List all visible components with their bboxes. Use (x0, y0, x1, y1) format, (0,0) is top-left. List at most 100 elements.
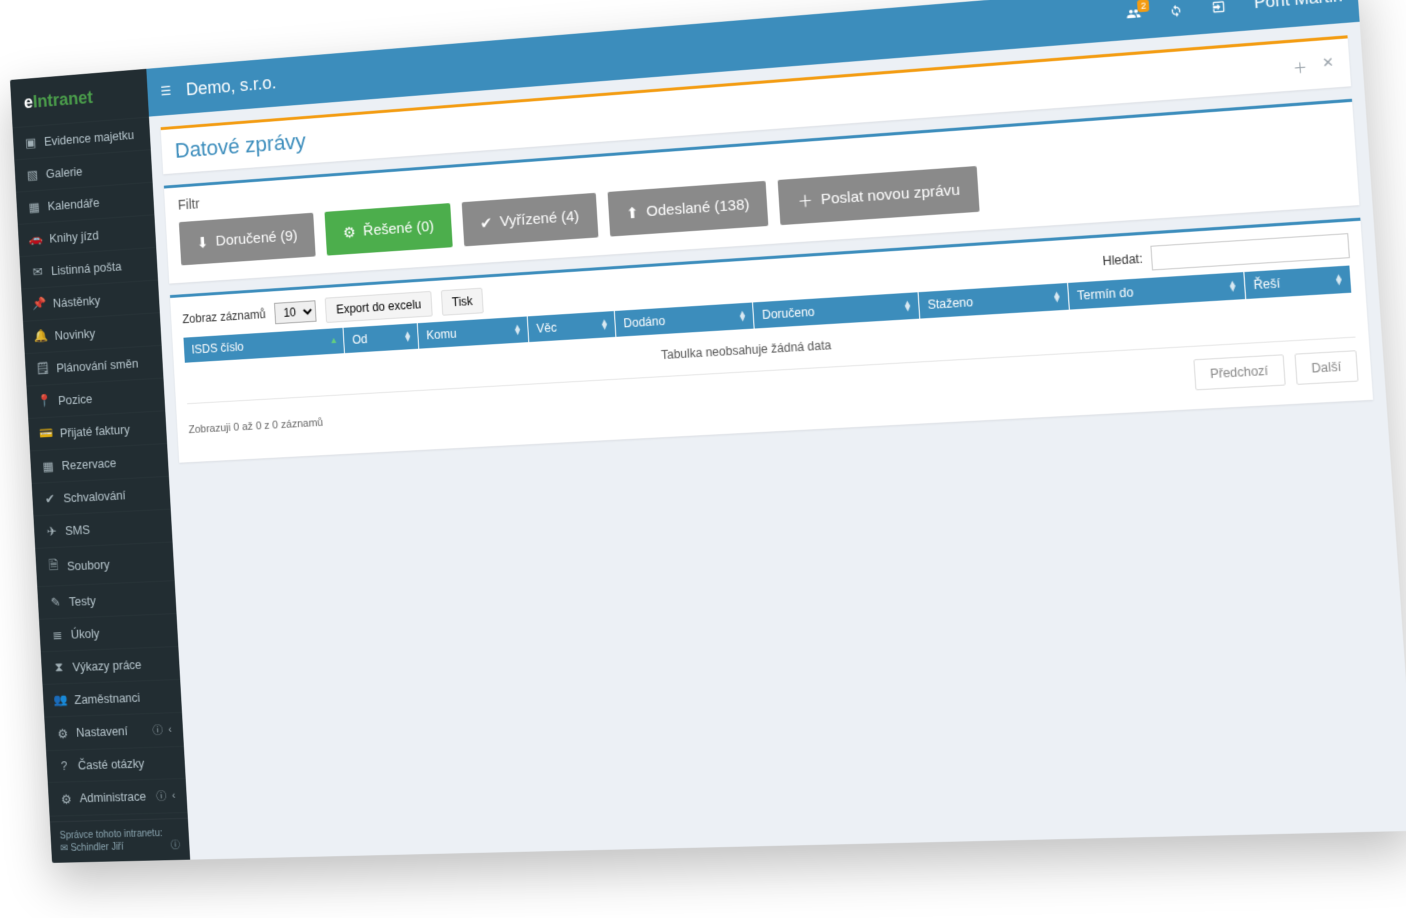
clock-icon: ⧗ (52, 660, 66, 675)
sort-icon: ▲▼ (600, 319, 609, 330)
tab-1[interactable]: ⚙ Řešené (0) (325, 203, 453, 256)
panel-add-icon[interactable]: ＋ (1292, 56, 1307, 77)
sidebar-item-13[interactable]: 🗎Soubory (35, 541, 174, 586)
tab-label: Doručené (9) (215, 227, 298, 249)
sort-icon: ▲ (329, 338, 338, 344)
box-icon: ▣ (24, 135, 37, 150)
footer-title: Správce tohoto intranetu: (59, 827, 179, 843)
send-icon: ✈ (45, 524, 58, 539)
search-label: Hledat: (1102, 251, 1143, 268)
logo-name: Intranet (32, 87, 93, 112)
gears-icon: ⚙ (342, 223, 356, 241)
export-button[interactable]: Export do excelu (325, 291, 432, 323)
chevron-left-icon: ‹ (168, 724, 172, 736)
tab-4[interactable]: ＋ Poslat novou zprávu (778, 166, 980, 225)
refresh-icon[interactable] (1168, 3, 1184, 19)
tab-0[interactable]: ⬇ Doručené (9) (179, 213, 316, 266)
sidebar-item-label: Testy (69, 594, 96, 609)
logout-icon[interactable] (1211, 0, 1227, 15)
sidebar-item-label: Evidence majetku (44, 128, 135, 148)
sidebar-item-label: Galerie (46, 164, 83, 180)
tab-label: Poslat novou zprávu (820, 181, 960, 208)
chevron-left-icon: ‹ (172, 790, 176, 802)
bell-icon: 🔔 (34, 329, 47, 344)
col-1[interactable]: Od ▲▼ (343, 323, 419, 353)
sidebar-item-18[interactable]: ⚙Nastaveníⓘ‹ (44, 712, 184, 750)
marker-icon: 📍 (38, 394, 51, 409)
sidebar-item-label: Časté otázky (78, 757, 145, 773)
col-label: Termín do (1077, 285, 1134, 303)
mail-icon: ✉ (31, 264, 44, 279)
users-icon: 👥 (54, 693, 68, 708)
panel-close-icon[interactable]: ✕ (1322, 54, 1335, 75)
pin-icon: 📌 (33, 297, 46, 312)
col-label: Komu (426, 327, 457, 343)
col-label: Řeší (1253, 276, 1281, 292)
col-label: Dodáno (623, 314, 665, 330)
prev-button[interactable]: Předchozí (1193, 354, 1285, 390)
sidebar-item-label: Plánování směn (56, 356, 139, 374)
tab-label: Řešené (0) (363, 218, 435, 239)
tab-label: Vyřízené (4) (500, 208, 580, 230)
page-title: Datové zprávy (174, 129, 306, 164)
sidebar-item-16[interactable]: ⧗ Výkazy práce (41, 646, 180, 684)
sidebar-item-label: SMS (65, 523, 90, 538)
tab-label: Odeslané (138) (646, 196, 750, 220)
card-icon: 💳 (40, 426, 53, 441)
footer-admin: Schindler Jiří (70, 842, 124, 854)
sort-icon: ▲▼ (903, 300, 913, 311)
length-label: Zobraz záznamů (182, 307, 266, 326)
sort-icon: ▲▼ (513, 324, 522, 335)
car-icon: 🚗 (29, 232, 42, 247)
sidebar-item-label: Výkazy práce (72, 658, 142, 674)
col-label: Doručeno (762, 305, 815, 322)
col-label: Věc (536, 321, 557, 336)
col-label: Od (352, 332, 368, 347)
gears-icon: ⚙ (56, 726, 70, 741)
sidebar-item-15[interactable]: ≣ Úkoly (39, 613, 178, 651)
main: Datové zprávy ＋ ✕ Filtr ⬇Doručené (9)⚙Ře… (149, 22, 1406, 860)
length-select[interactable]: 10 (274, 300, 317, 324)
sort-icon: ▲▼ (403, 331, 412, 342)
print-button[interactable]: Tisk (441, 288, 484, 316)
sort-icon: ▲▼ (738, 310, 748, 321)
sort-icon: ▲▼ (1052, 291, 1062, 303)
sidebar-footer: Správce tohoto intranetu: ✉ Schindler Ji… (50, 818, 190, 863)
sidebar-item-17[interactable]: 👥 Zaměstnanci (42, 679, 181, 717)
gears-icon: ⚙ (59, 791, 73, 806)
sidebar-item-label: Soubory (67, 557, 110, 572)
plus-icon: ＋ (797, 190, 814, 212)
sidebar-item-label: Pozice (58, 392, 93, 407)
next-button[interactable]: Další (1294, 350, 1359, 385)
tab-2[interactable]: ✔ Vyřízené (4) (461, 193, 598, 247)
tab-3[interactable]: ⬆ Odeslané (138) (607, 181, 769, 237)
sidebar-item-label: Nastavení (76, 724, 128, 739)
image-icon: ▧ (26, 167, 39, 182)
sidebar-item-label: Úkoly (70, 626, 99, 641)
up-icon: ⬆ (626, 203, 640, 222)
users-notif-icon[interactable]: 2 (1126, 6, 1142, 22)
col-3[interactable]: Věc ▲▼ (527, 311, 615, 342)
clip-icon: 🗒 (36, 361, 49, 376)
user-name[interactable]: Pont Martin (1254, 0, 1344, 13)
col-label: ISDS číslo (191, 340, 244, 357)
check-icon: ✔ (480, 213, 493, 232)
sidebar-item-label: Nástěnky (53, 293, 101, 309)
search-input[interactable] (1150, 233, 1350, 270)
info-icon: ⓘ (170, 839, 180, 852)
company-name: Demo, s.r.o. (185, 72, 276, 99)
sidebar-item-label: Novinky (54, 326, 95, 342)
question-icon: ? (57, 759, 70, 773)
sidebar-item-20[interactable]: ⚙Administraceⓘ‹ (48, 778, 188, 816)
down-icon: ⬇ (196, 233, 209, 251)
check-icon: ✔ (43, 491, 56, 506)
sidebar-item-label: Zaměstnanci (74, 691, 140, 707)
calendar-icon: ▦ (41, 459, 54, 474)
list-icon: ≣ (50, 627, 64, 642)
sidebar-item-label: Knihy jízd (49, 228, 99, 245)
menu-toggle[interactable]: ☰ (160, 83, 172, 99)
sidebar-item-label: Kalendáře (47, 196, 100, 213)
sidebar-item-label: Administrace (79, 790, 146, 805)
calendar-icon: ▦ (27, 200, 40, 215)
sidebar-item-19[interactable]: ? Časté otázky (46, 746, 186, 782)
